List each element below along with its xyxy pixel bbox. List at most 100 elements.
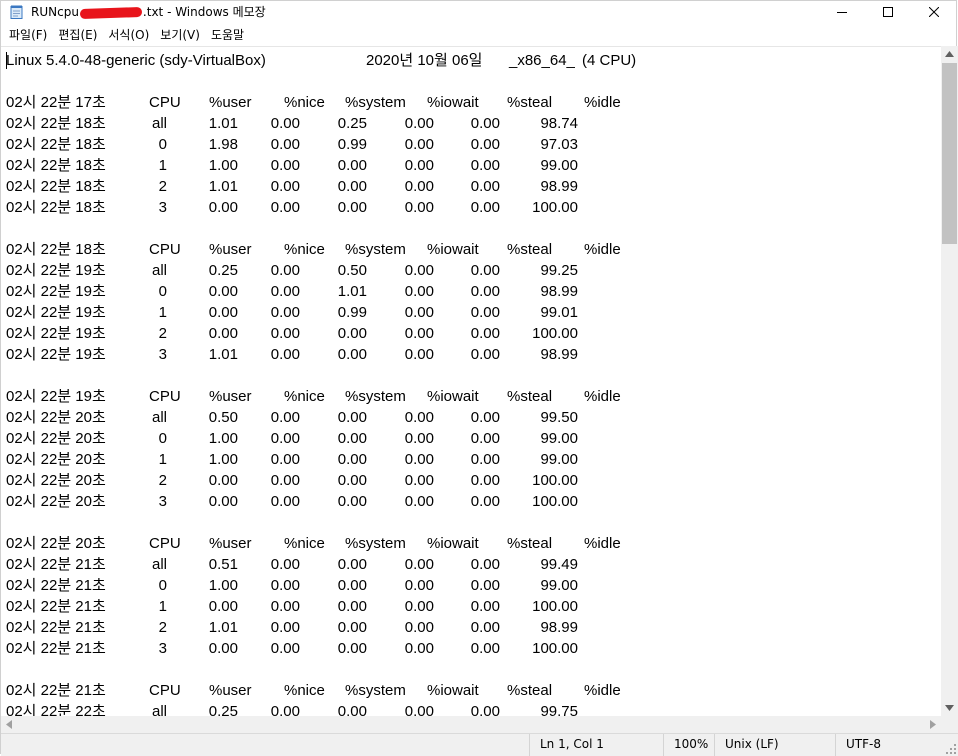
row-value: 0.00 <box>270 493 300 510</box>
row-value: all <box>151 703 167 717</box>
vertical-scrollbar[interactable] <box>941 46 958 716</box>
column-header: 02시 22분 18초 <box>6 241 106 258</box>
column-header: %steal <box>507 94 553 111</box>
row-value: 0.00 <box>470 493 500 510</box>
data-row: 02시 22분 22초 all 0.25 0.00 0.00 0.00 0.00 99.75 <box>6 701 936 717</box>
scroll-down-icon[interactable] <box>945 705 954 711</box>
row-value: 0.00 <box>337 157 367 174</box>
menu-edit[interactable]: 편집(E) <box>54 25 101 45</box>
data-row: 02시 22분 21초 all 0.51 0.00 0.00 0.00 0.00 99.49 <box>6 554 936 575</box>
vertical-scroll-thumb[interactable] <box>942 63 957 244</box>
row-value: 0.00 <box>470 136 500 153</box>
data-row: 02시 22분 20초 2 0.00 0.00 0.00 0.00 0.00 100.00 <box>6 470 936 491</box>
row-value: 0.00 <box>270 325 300 342</box>
horizontal-scrollbar[interactable] <box>1 716 941 733</box>
row-value: 0.00 <box>208 283 238 300</box>
scroll-left-icon[interactable] <box>6 720 12 729</box>
row-value: 0.00 <box>337 493 367 510</box>
row-value: 0.00 <box>404 115 434 132</box>
data-row: 02시 22분 18초 all 1.01 0.00 0.25 0.00 0.00 98.74 <box>6 113 936 134</box>
row-timestamp: 02시 22분 18초 <box>6 115 106 132</box>
row-value: 3 <box>158 199 167 216</box>
data-row: 02시 22분 20초 3 0.00 0.00 0.00 0.00 0.00 100.00 <box>6 491 936 512</box>
row-value: 0.00 <box>270 556 300 573</box>
close-icon <box>929 7 939 17</box>
row-timestamp: 02시 22분 20초 <box>6 493 106 510</box>
window-title-suffix: .txt - Windows 메모장 <box>142 5 266 19</box>
status-bar: Ln 1, Col 1 100% Unix (LF) UTF-8 <box>1 733 958 756</box>
row-value: 0.00 <box>404 136 434 153</box>
menu-file[interactable]: 파일(F) <box>5 25 51 45</box>
row-value: all <box>151 115 167 132</box>
report-date: 2020년 10월 06일 <box>366 52 483 69</box>
row-value: 0 <box>158 430 167 447</box>
row-value: 99.49 <box>540 556 578 573</box>
row-value: 0.25 <box>208 262 238 279</box>
menu-view[interactable]: 보기(V) <box>156 25 204 45</box>
column-header: %iowait <box>427 241 479 258</box>
row-timestamp: 02시 22분 21초 <box>6 640 106 657</box>
column-header: CPU <box>149 94 181 111</box>
row-value: 1.98 <box>208 136 238 153</box>
close-button[interactable] <box>911 1 957 23</box>
row-value: 98.99 <box>540 619 578 636</box>
column-header: %system <box>345 388 406 405</box>
row-value: 1.00 <box>208 577 238 594</box>
scroll-right-icon[interactable] <box>930 720 936 729</box>
column-header-line: 02시 22분 19초 CPU %user %nice %system %iowait %s… <box>6 386 936 407</box>
row-value: 0 <box>158 136 167 153</box>
column-header: %system <box>345 682 406 699</box>
row-value: 0.00 <box>404 262 434 279</box>
row-value: 0.00 <box>470 577 500 594</box>
row-value: 0.00 <box>270 409 300 426</box>
menu-format[interactable]: 서식(O) <box>104 25 153 45</box>
resize-grip-icon[interactable] <box>946 744 956 754</box>
row-value: 0.00 <box>337 472 367 489</box>
row-value: 0.25 <box>208 703 238 717</box>
row-timestamp: 02시 22분 18초 <box>6 199 106 216</box>
row-value: 0.00 <box>208 199 238 216</box>
row-value: 0 <box>158 577 167 594</box>
title-bar[interactable]: RUNcpu .txt - Windows 메모장 <box>1 1 956 23</box>
cpu-count: (4 CPU) <box>582 52 637 69</box>
row-value: 3 <box>158 346 167 363</box>
row-value: 99.00 <box>540 577 578 594</box>
menu-help[interactable]: 도움말 <box>207 25 248 45</box>
row-value: 0.00 <box>470 115 500 132</box>
column-header: %iowait <box>427 682 479 699</box>
row-timestamp: 02시 22분 21초 <box>6 619 106 636</box>
row-value: 100.00 <box>532 199 578 216</box>
row-value: 0.00 <box>270 472 300 489</box>
row-value: 0.00 <box>470 409 500 426</box>
row-value: 0.00 <box>470 178 500 195</box>
data-row: 02시 22분 18초 3 0.00 0.00 0.00 0.00 0.00 100.00 <box>6 197 936 218</box>
row-value: 0.00 <box>337 199 367 216</box>
maximize-button[interactable] <box>865 1 911 23</box>
row-timestamp: 02시 22분 18초 <box>6 136 106 153</box>
window-title: RUNcpu .txt - Windows 메모장 <box>31 4 266 20</box>
row-value: 1.01 <box>208 346 238 363</box>
column-header: CPU <box>149 388 181 405</box>
row-value: 99.50 <box>540 409 578 426</box>
row-value: 98.99 <box>540 346 578 363</box>
row-value: 0.00 <box>337 619 367 636</box>
column-header: %system <box>345 241 406 258</box>
row-value: 0.00 <box>470 304 500 321</box>
data-row: 02시 22분 20초 1 1.00 0.00 0.00 0.00 0.00 99.00 <box>6 449 936 470</box>
row-value: 1 <box>158 598 167 615</box>
text-editor[interactable]: Linux 5.4.0-48-generic (sdy-VirtualBox) … <box>1 46 941 717</box>
row-value: 99.00 <box>540 157 578 174</box>
minimize-button[interactable] <box>819 1 865 23</box>
column-header: CPU <box>149 682 181 699</box>
column-header-line: 02시 22분 21초 CPU %user %nice %system %iowait %s… <box>6 680 936 701</box>
row-value: 0.00 <box>208 304 238 321</box>
row-value: 0.00 <box>404 283 434 300</box>
row-value: 100.00 <box>532 640 578 657</box>
row-value: 0.00 <box>404 304 434 321</box>
row-value: 0.00 <box>270 577 300 594</box>
row-value: 0.00 <box>270 136 300 153</box>
row-value: 0.00 <box>270 430 300 447</box>
row-value: 0.00 <box>404 472 434 489</box>
scroll-up-icon[interactable] <box>945 51 954 57</box>
column-header: %steal <box>507 535 553 552</box>
